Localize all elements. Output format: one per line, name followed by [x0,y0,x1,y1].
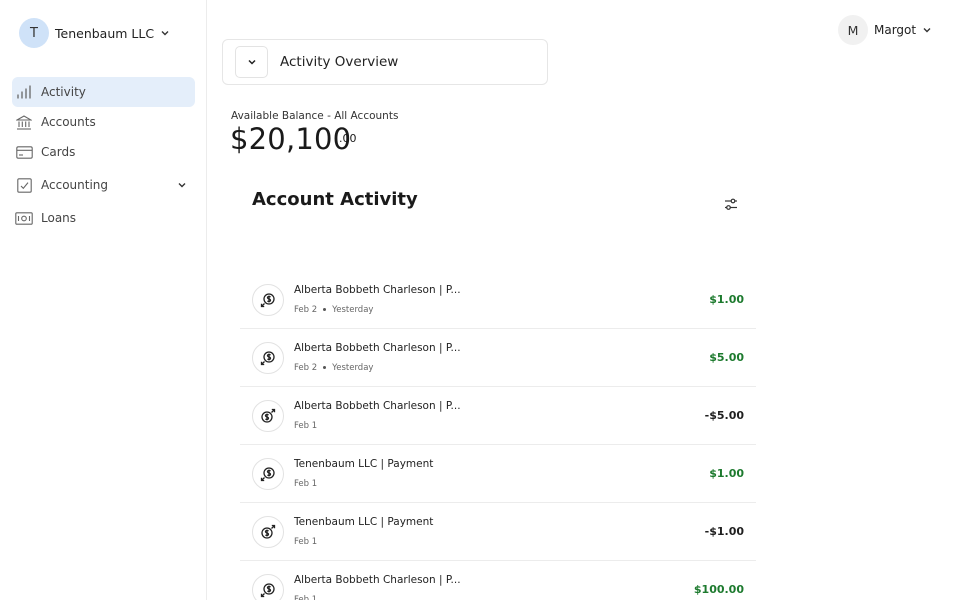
transaction-amount: -$1.00 [704,525,744,538]
sidebar-item-label: Activity [41,85,86,99]
transaction-amount: $100.00 [693,583,744,596]
balance-amount: $20,100 [230,122,352,156]
table-row[interactable]: Alberta Bobbeth Charleson | P... Feb 2 Yes… [240,271,756,329]
avatar: M [838,15,868,45]
credit-card-icon [15,143,33,161]
activity-list: Alberta Bobbeth Charleson | P... Feb 2 Yes… [240,271,756,600]
section-title: Account Activity [252,189,418,210]
transaction-date: Feb 1 [294,595,317,600]
activity-overview-dropdown: Activity Overview [222,39,548,85]
transaction-date-value: Feb 1 [294,479,318,489]
transaction-date-value: Feb 1 [294,421,318,431]
ledger-icon [15,176,33,194]
table-row[interactable]: Tenenbaum LLC | Payment Feb 1 -$1.00 [240,503,756,561]
user-name: Margot [874,23,917,37]
separator-dot [323,307,327,311]
bank-icon [15,113,33,131]
transaction-amount: -$5.00 [704,409,744,422]
transaction-amount: $1.00 [709,293,744,306]
transaction-relative-date: Yesterday [332,305,374,315]
balance-label: Available Balance - All Accounts [231,110,399,122]
balance-cents: .00 [339,132,357,145]
money-out-icon [252,516,284,548]
transaction-name: Alberta Bobbeth Charleson | P... [294,342,461,354]
transaction-date-value: Feb 1 [294,537,318,547]
bar-chart-icon [15,83,33,101]
transaction-name: Tenenbaum LLC | Payment [294,516,434,528]
separator-dot [323,365,327,369]
org-avatar: T [19,18,49,48]
transaction-name: Alberta Bobbeth Charleson | P... [294,284,461,296]
user-menu[interactable]: M Margot [838,15,932,45]
cash-icon [15,209,33,227]
transaction-date: Feb 2 Yesterday [294,305,373,315]
transaction-date: Feb 1 [294,479,317,489]
transaction-name: Alberta Bobbeth Charleson | P... [294,574,461,586]
sidebar-item-accounting[interactable]: Accounting [12,170,195,200]
sidebar-item-label: Cards [41,145,76,159]
sidebar-item-label: Loans [41,211,77,225]
money-in-icon [252,342,284,374]
table-row[interactable]: Alberta Bobbeth Charleson | P... Feb 1 $10… [240,561,756,600]
sidebar-item-label: Accounts [41,115,96,129]
sidebar: T Tenenbaum LLC Activity Accounts Cards [0,0,207,600]
chevron-down-icon [161,31,169,36]
transaction-date: Feb 1 [294,421,317,431]
filter-button[interactable] [720,193,742,215]
overview-toggle-button[interactable] [235,46,268,78]
page-title: Activity Overview [280,54,399,70]
transaction-date: Feb 1 [294,537,317,547]
transaction-amount: $1.00 [709,467,744,480]
chevron-down-icon [923,28,931,33]
money-in-icon [252,284,284,316]
sidebar-item-activity[interactable]: Activity [12,77,195,107]
sidebar-nav: Activity Accounts Cards Accounting Loans [12,77,195,233]
transaction-amount: $5.00 [709,351,744,364]
table-row[interactable]: Alberta Bobbeth Charleson | P... Feb 2 Yes… [240,329,756,387]
transaction-date-value: Feb 1 [294,595,318,600]
chevron-down-icon [247,59,256,65]
transaction-date-value: Feb 2 [294,363,318,373]
table-row[interactable]: Tenenbaum LLC | Payment Feb 1 $1.00 [240,445,756,503]
table-row[interactable]: Alberta Bobbeth Charleson | P... Feb 1 -$5… [240,387,756,445]
transaction-name: Tenenbaum LLC | Payment [294,458,434,470]
transaction-date: Feb 2 Yesterday [294,363,373,373]
sidebar-item-loans[interactable]: Loans [12,203,195,233]
sidebar-item-label: Accounting [41,178,109,192]
sidebar-item-accounts[interactable]: Accounts [12,107,195,137]
sidebar-item-cards[interactable]: Cards [12,137,195,167]
sliders-icon [725,198,737,210]
money-in-icon [252,574,284,600]
chevron-down-icon[interactable] [177,180,187,190]
money-in-icon [252,458,284,490]
transaction-relative-date: Yesterday [332,363,374,373]
money-out-icon [252,400,284,432]
transaction-name: Alberta Bobbeth Charleson | P... [294,400,461,412]
transaction-date-value: Feb 2 [294,305,318,315]
org-switcher[interactable]: T Tenenbaum LLC [19,18,170,48]
org-name: Tenenbaum LLC [55,25,155,41]
